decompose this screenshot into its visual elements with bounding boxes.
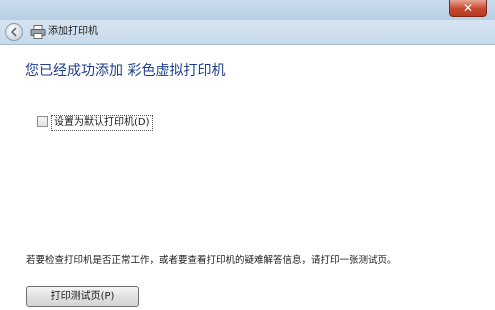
test-page-info-text: 若要检查打印机是否正常工作，或者要查看打印机的疑难解答信息，请打印一张测试页。 [26, 255, 397, 266]
title-bar: ✕ [0, 0, 495, 20]
back-button[interactable] [5, 23, 23, 41]
print-test-page-button[interactable]: 打印测试页(P) [26, 286, 139, 307]
navigation-bar: 添加打印机 [0, 20, 495, 45]
close-button[interactable]: ✕ [449, 0, 487, 17]
window-title: 添加打印机 [48, 26, 98, 37]
default-printer-checkbox[interactable] [37, 116, 48, 127]
success-heading: 您已经成功添加 彩色虚拟打印机 [25, 63, 226, 79]
back-arrow-icon [11, 27, 17, 37]
printer-icon [30, 25, 46, 39]
default-printer-label[interactable]: 设置为默认打印机(D) [51, 115, 153, 131]
add-printer-window: ✕ 添加打印机 您已经成功添加 彩色虚拟打印机 设置为默认打印机(D) 若要检查… [0, 0, 495, 310]
close-icon: ✕ [462, 1, 474, 15]
